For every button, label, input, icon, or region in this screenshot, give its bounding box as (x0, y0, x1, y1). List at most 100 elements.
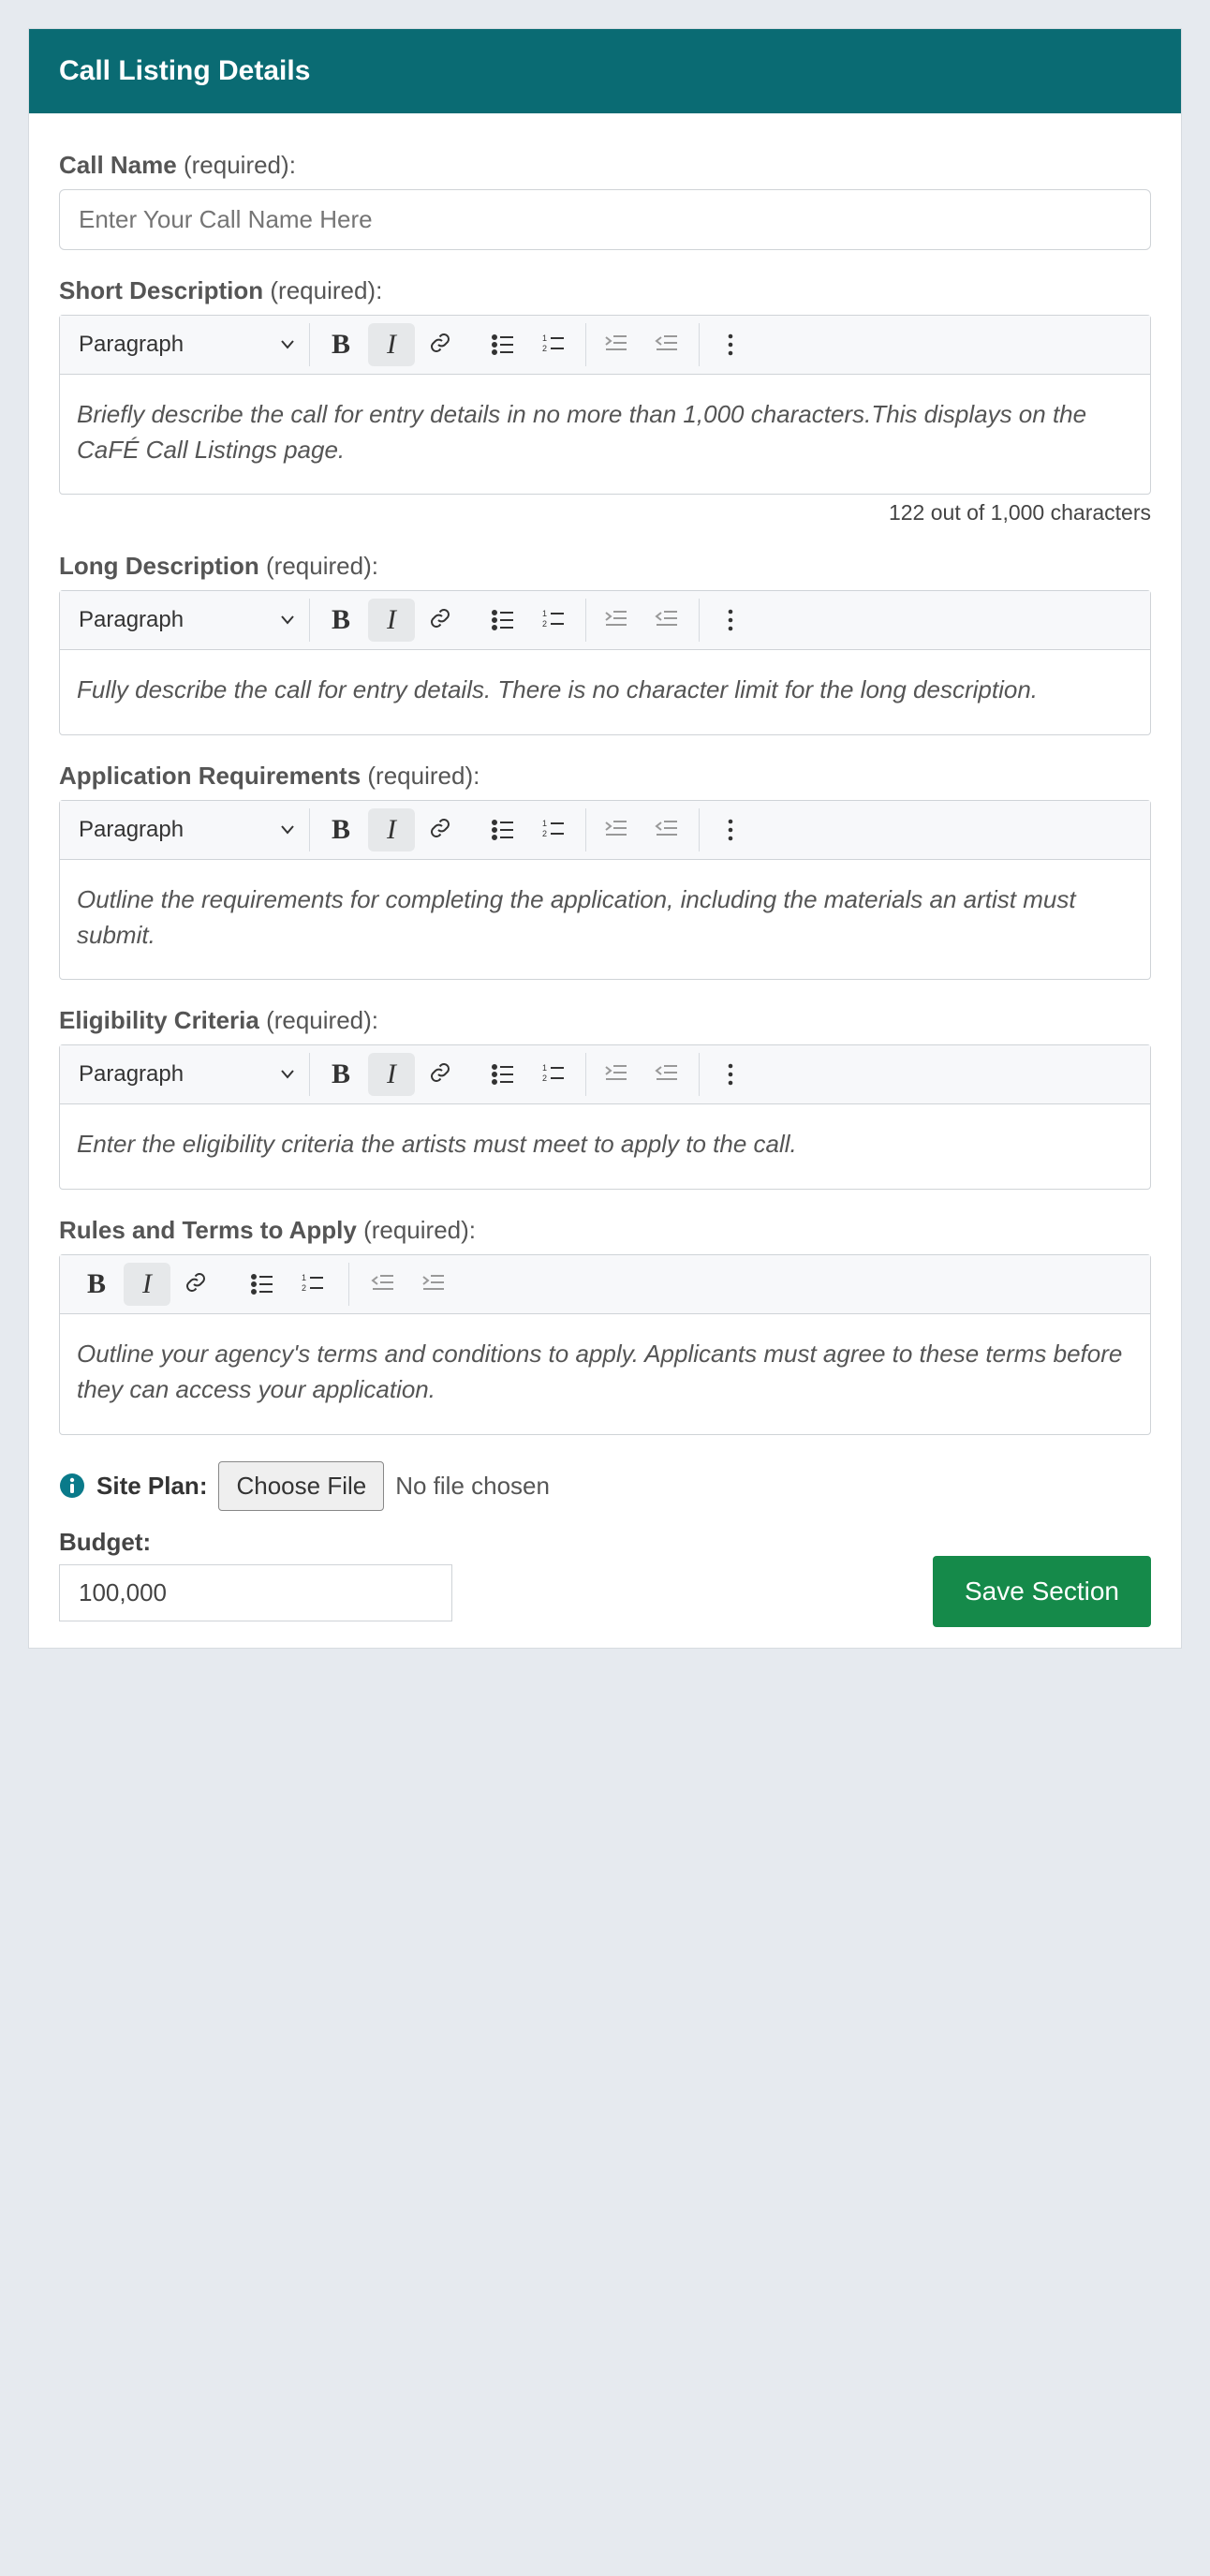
bullet-list-button[interactable] (480, 1053, 527, 1096)
block-format-select[interactable]: Paragraph (66, 601, 309, 639)
outdent-button[interactable] (644, 599, 691, 642)
long-description-content[interactable]: Fully describe the call for entry detail… (60, 650, 1150, 734)
outdent-button[interactable] (644, 1053, 691, 1096)
link-icon (184, 1271, 211, 1297)
link-icon (429, 607, 455, 633)
outdent-button[interactable] (644, 808, 691, 851)
indent-button[interactable] (594, 599, 641, 642)
call-name-input[interactable] (59, 189, 1151, 250)
numbered-list-button[interactable]: 1 2 (531, 323, 578, 366)
outdent-button[interactable] (361, 1263, 407, 1306)
bullet-list-button[interactable] (480, 808, 527, 851)
call-listing-panel: Call Listing Details Call Name (required… (28, 28, 1182, 1649)
numbered-list-button[interactable]: 1 2 (531, 808, 578, 851)
numbered-list-button[interactable]: 1 2 (531, 1053, 578, 1096)
indent-icon (604, 607, 630, 633)
more-button[interactable] (707, 599, 754, 642)
svg-text:1: 1 (542, 1063, 547, 1073)
save-section-button[interactable]: Save Section (933, 1556, 1151, 1627)
indent-button[interactable] (411, 1263, 458, 1306)
file-status-text: No file chosen (395, 1472, 550, 1501)
indent-button[interactable] (594, 808, 641, 851)
indent-button[interactable] (594, 1053, 641, 1096)
bold-button[interactable]: B (317, 599, 364, 642)
panel-header: Call Listing Details (29, 29, 1181, 113)
indent-icon (604, 1061, 630, 1088)
application-requirements-field: Application Requirements (required): Par… (59, 762, 1151, 980)
numbered-list-button[interactable]: 1 2 (290, 1263, 337, 1306)
bullet-list-icon (250, 1271, 276, 1297)
info-icon[interactable] (59, 1473, 85, 1499)
long-description-toolbar: Paragraph B I 1 2 (60, 591, 1150, 650)
svg-text:2: 2 (302, 1283, 306, 1293)
numbered-list-button[interactable]: 1 2 (531, 599, 578, 642)
short-description-field: Short Description (required): Paragraph … (59, 276, 1151, 526)
short-description-toolbar: Paragraph B I .f{fill:#333} 1 (60, 316, 1150, 375)
bullet-list-button[interactable]: .f{fill:#333} (480, 323, 527, 366)
outdent-icon (655, 607, 681, 633)
bold-button[interactable]: B (317, 323, 364, 366)
link-button[interactable] (419, 1053, 465, 1096)
link-button[interactable] (419, 599, 465, 642)
svg-text:2: 2 (542, 829, 547, 838)
bullet-list-button[interactable] (480, 599, 527, 642)
indent-button[interactable] (594, 323, 641, 366)
bold-button[interactable]: B (317, 808, 364, 851)
italic-button[interactable]: I (124, 1263, 170, 1306)
link-button[interactable] (174, 1263, 221, 1306)
short-description-editor: Paragraph B I .f{fill:#333} 1 (59, 315, 1151, 495)
more-icon (717, 817, 744, 843)
italic-button[interactable]: I (368, 808, 415, 851)
rules-terms-content[interactable]: Outline your agency's terms and conditio… (60, 1314, 1150, 1433)
bold-button[interactable]: B (317, 1053, 364, 1096)
outdent-button[interactable] (644, 323, 691, 366)
numbered-list-icon: 1 2 (301, 1271, 327, 1297)
svg-text:1: 1 (302, 1273, 306, 1282)
more-button[interactable] (707, 1053, 754, 1096)
bold-button[interactable]: B (73, 1263, 120, 1306)
italic-button[interactable]: I (368, 599, 415, 642)
chevron-down-icon (279, 822, 296, 838)
eligibility-criteria-label: Eligibility Criteria (required): (59, 1006, 1151, 1035)
bullet-list-icon (491, 607, 517, 633)
more-button[interactable] (707, 808, 754, 851)
rules-terms-editor: B I 1 2 (59, 1254, 1151, 1434)
chevron-down-icon (279, 1066, 296, 1083)
budget-field: Budget: (59, 1528, 452, 1621)
short-description-label: Short Description (required): (59, 276, 1151, 305)
outdent-icon (655, 1061, 681, 1088)
long-description-editor: Paragraph B I 1 2 (59, 590, 1151, 735)
eligibility-criteria-field: Eligibility Criteria (required): Paragra… (59, 1006, 1151, 1190)
more-button[interactable]: .f{fill:#333} (707, 323, 754, 366)
rules-terms-toolbar: B I 1 2 (60, 1255, 1150, 1314)
eligibility-criteria-content[interactable]: Enter the eligibility criteria the artis… (60, 1104, 1150, 1189)
more-icon (717, 1061, 744, 1088)
block-format-select[interactable]: Paragraph (66, 326, 309, 363)
link-button[interactable] (419, 323, 465, 366)
svg-text:1: 1 (542, 819, 547, 828)
italic-button[interactable]: I (368, 323, 415, 366)
link-button[interactable] (419, 808, 465, 851)
numbered-list-icon: 1 2 (541, 607, 568, 633)
indent-icon (421, 1271, 448, 1297)
link-icon (429, 817, 455, 843)
long-description-field: Long Description (required): Paragraph B… (59, 552, 1151, 735)
block-format-select[interactable]: Paragraph (66, 1056, 309, 1093)
block-format-select[interactable]: Paragraph (66, 811, 309, 849)
eligibility-criteria-editor: Paragraph B I 1 2 (59, 1044, 1151, 1190)
italic-button[interactable]: I (368, 1053, 415, 1096)
budget-label: Budget: (59, 1528, 452, 1557)
bullet-list-button[interactable] (240, 1263, 287, 1306)
link-icon (429, 332, 455, 358)
choose-file-button[interactable]: Choose File (218, 1461, 384, 1511)
link-icon (429, 1061, 455, 1088)
numbered-list-icon: 1 2 (541, 332, 568, 358)
short-description-content[interactable]: Briefly describe the call for entry deta… (60, 375, 1150, 494)
indent-icon (604, 332, 630, 358)
toolbar-separator (348, 1263, 349, 1306)
more-icon: .f{fill:#333} (717, 332, 744, 358)
budget-input[interactable] (59, 1564, 452, 1621)
application-requirements-content[interactable]: Outline the requirements for completing … (60, 860, 1150, 979)
bullet-list-icon (491, 1061, 517, 1088)
panel-body: Call Name (required): Short Description … (29, 113, 1181, 1648)
